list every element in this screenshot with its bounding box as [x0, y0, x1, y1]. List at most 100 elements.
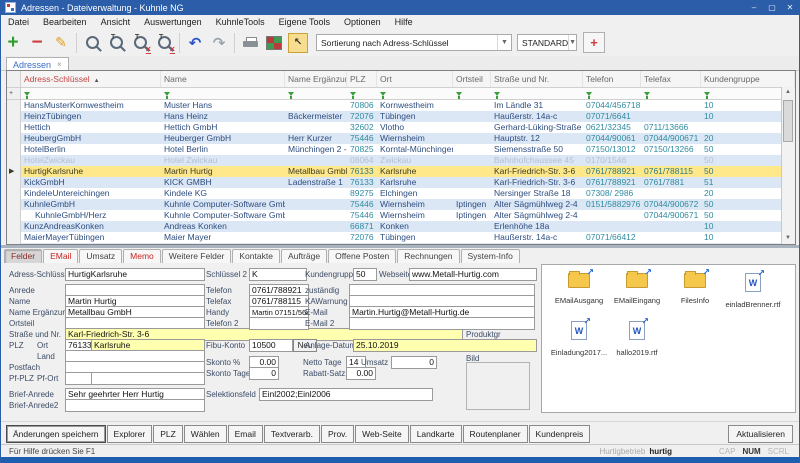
webseite-input[interactable]: www.Metall-Hurtig.com	[409, 268, 537, 281]
table-row[interactable]: HeinzTübingenHans HeinzBäckermeister7207…	[7, 111, 795, 122]
add-view-button[interactable]: +	[583, 32, 605, 53]
filter-cell-adress-schlüssel[interactable]	[21, 88, 161, 99]
linked-files-panel[interactable]: EMailAusgangEMailEingangFilesInfoeinladB…	[541, 264, 796, 413]
button-landkarte[interactable]: Landkarte	[410, 425, 462, 443]
column-header-ortsteil[interactable]: Ortsteil	[453, 71, 491, 87]
menu-item-hilfe[interactable]: Hilfe	[388, 15, 420, 29]
filter-cell-plz[interactable]	[347, 88, 377, 99]
fibu-konto-input[interactable]: 10500	[249, 339, 293, 352]
button-routenplaner[interactable]: Routenplaner	[463, 425, 528, 443]
tab-close-icon[interactable]: ×	[57, 60, 62, 69]
edit-record-button[interactable]: ✎	[50, 32, 72, 54]
button-textverarb[interactable]: Textverarb.	[264, 425, 320, 443]
button-email[interactable]: Email	[228, 425, 263, 443]
minimize-button[interactable]: –	[745, 0, 763, 15]
file-item-emaileingang[interactable]: EMailEingang	[608, 271, 666, 317]
search-button[interactable]	[81, 32, 103, 54]
search-filter-clear-button[interactable]: T×	[153, 32, 175, 54]
menu-item-optionen[interactable]: Optionen	[337, 15, 388, 29]
undo-button[interactable]: ↶	[184, 32, 206, 54]
column-header-kundengruppe[interactable]: Kundengruppe	[701, 71, 795, 87]
button-explorer[interactable]: Explorer	[107, 425, 153, 443]
pf-ort-input[interactable]	[91, 372, 205, 385]
brief-anrede2-input[interactable]	[65, 399, 205, 412]
filter-cell-telefon[interactable]	[583, 88, 641, 99]
table-row[interactable]: MaierMayerTübingenMaier Mayer72076Tübing…	[7, 232, 795, 243]
menu-item-ansicht[interactable]: Ansicht	[94, 15, 138, 29]
filter-cell-name-ergänzung[interactable]	[285, 88, 347, 99]
add-record-button[interactable]: +	[2, 32, 24, 54]
filter-cell-name[interactable]	[161, 88, 285, 99]
tab-adressen[interactable]: Adressen ×	[6, 57, 69, 71]
redo-button[interactable]: ↷	[208, 32, 230, 54]
close-button[interactable]: ✕	[781, 0, 799, 15]
detail-tab-weitere-felder[interactable]: Weitere Felder	[162, 249, 232, 263]
table-row[interactable]: KunzAndreasKonkenAndreas Konken66871Konk…	[7, 221, 795, 232]
detail-tab-offene-posten[interactable]: Offene Posten	[328, 249, 396, 263]
pointer-mode-button[interactable]: ↖	[287, 32, 309, 54]
table-row[interactable]: HeubergGmbHHeuberger GmbHHerr Kurzer7544…	[7, 133, 795, 144]
button-web-seite[interactable]: Web-Seite	[355, 425, 409, 443]
sort-combo[interactable]: Sortierung nach Adress-Schlüssel ▼	[316, 34, 512, 51]
menu-item-bearbeiten[interactable]: Bearbeiten	[36, 15, 94, 29]
menu-item-auswertungen[interactable]: Auswertungen	[137, 15, 209, 29]
grid-filter-row[interactable]: +	[7, 88, 795, 100]
scroll-down-icon[interactable]: ▼	[782, 233, 794, 244]
column-header-ort[interactable]: Ort	[377, 71, 453, 87]
view-combo[interactable]: STANDARD ▼	[517, 34, 577, 51]
maximize-button[interactable]: ▢	[763, 0, 781, 15]
column-header-telefon[interactable]: Telefon	[583, 71, 641, 87]
table-row[interactable]: KuhnleGmbHKuhnle Computer-Software GmbH7…	[7, 199, 795, 210]
adress-schluessel-input[interactable]: HurtigKarlsruhe	[65, 268, 205, 281]
scroll-up-icon[interactable]: ▲	[782, 87, 794, 98]
vertical-scrollbar[interactable]: ▲ ▼	[781, 87, 795, 244]
button-änderungen-speichern[interactable]: Änderungen speichern	[6, 425, 106, 443]
column-header-adress-schlüssel[interactable]: Adress-Schlüssel▲	[21, 71, 161, 87]
detail-tab-umsatz[interactable]: Umsatz	[79, 249, 122, 263]
table-row[interactable]: KickGmbHKICK GMBHLadenstraße 176133Karls…	[7, 177, 795, 188]
file-item-filesinfo[interactable]: FilesInfo	[666, 271, 724, 317]
menu-item-eigene-tools[interactable]: Eigene Tools	[272, 15, 337, 29]
table-view-button[interactable]	[263, 32, 285, 54]
column-header-name[interactable]: Name	[161, 71, 285, 87]
button-plz[interactable]: PLZ	[153, 425, 183, 443]
button-wählen[interactable]: Wählen	[184, 425, 227, 443]
detail-tab-system-info[interactable]: System-Info	[461, 249, 520, 263]
email2-input[interactable]	[349, 317, 535, 330]
button-prov[interactable]: Prov.	[321, 425, 354, 443]
column-header-straße-und-nr[interactable]: Straße und Nr.	[491, 71, 583, 87]
button-kundenpreis[interactable]: Kundenpreis	[529, 425, 591, 443]
menu-item-kuhnletools[interactable]: KuhnleTools	[209, 15, 272, 29]
chevron-down-icon[interactable]: ▼	[497, 35, 511, 50]
schluessel2-input[interactable]: K	[249, 268, 307, 281]
aktualisieren-button[interactable]: Aktualisieren	[728, 425, 793, 443]
filter-cell-straße-und-nr[interactable]	[491, 88, 583, 99]
delete-record-button[interactable]: −	[26, 32, 48, 54]
anlage-datum-input[interactable]: 25.10.2019	[353, 339, 537, 352]
kundengruppe-input[interactable]: 50	[353, 268, 377, 281]
column-header-plz[interactable]: PLZ	[347, 71, 377, 87]
column-header-telefax[interactable]: Telefax	[641, 71, 701, 87]
pf-plz-input[interactable]	[65, 372, 93, 385]
detail-tab-memo[interactable]: Memo	[123, 249, 161, 263]
menu-item-datei[interactable]: Datei	[1, 15, 36, 29]
table-row[interactable]: HotelZwickauHotel Zwickau08064ZwickauBah…	[7, 155, 795, 166]
file-item-emailausgang[interactable]: EMailAusgang	[550, 271, 608, 317]
column-header-name-ergänzung[interactable]: Name Ergänzung	[285, 71, 347, 87]
detail-tab-felder[interactable]: Felder	[4, 249, 42, 263]
filter-cell-telefax[interactable]	[641, 88, 701, 99]
detail-tab-aufträge[interactable]: Aufträge	[281, 249, 327, 263]
table-row[interactable]: HansMusterKornwestheimMuster Hans70806Ko…	[7, 100, 795, 111]
print-button[interactable]	[239, 32, 261, 54]
search-text-button[interactable]: T	[105, 32, 127, 54]
table-row[interactable]: KindeleUntereichingenKindele KG89275Elch…	[7, 188, 795, 199]
umsatz-input[interactable]: 0	[391, 356, 437, 369]
telefon2-input[interactable]	[249, 317, 309, 330]
file-item-einladung2017[interactable]: Einladung2017...	[550, 319, 608, 365]
detail-tab-email[interactable]: EMail	[43, 249, 78, 263]
detail-tab-kontakte[interactable]: Kontakte	[232, 249, 280, 263]
search-filter-button[interactable]: T×	[129, 32, 151, 54]
skonto-tage-input[interactable]: 0	[249, 367, 279, 380]
file-item-einladbrenner-rtf[interactable]: einladBrenner.rtf	[724, 271, 782, 317]
filter-cell-ortsteil[interactable]	[453, 88, 491, 99]
